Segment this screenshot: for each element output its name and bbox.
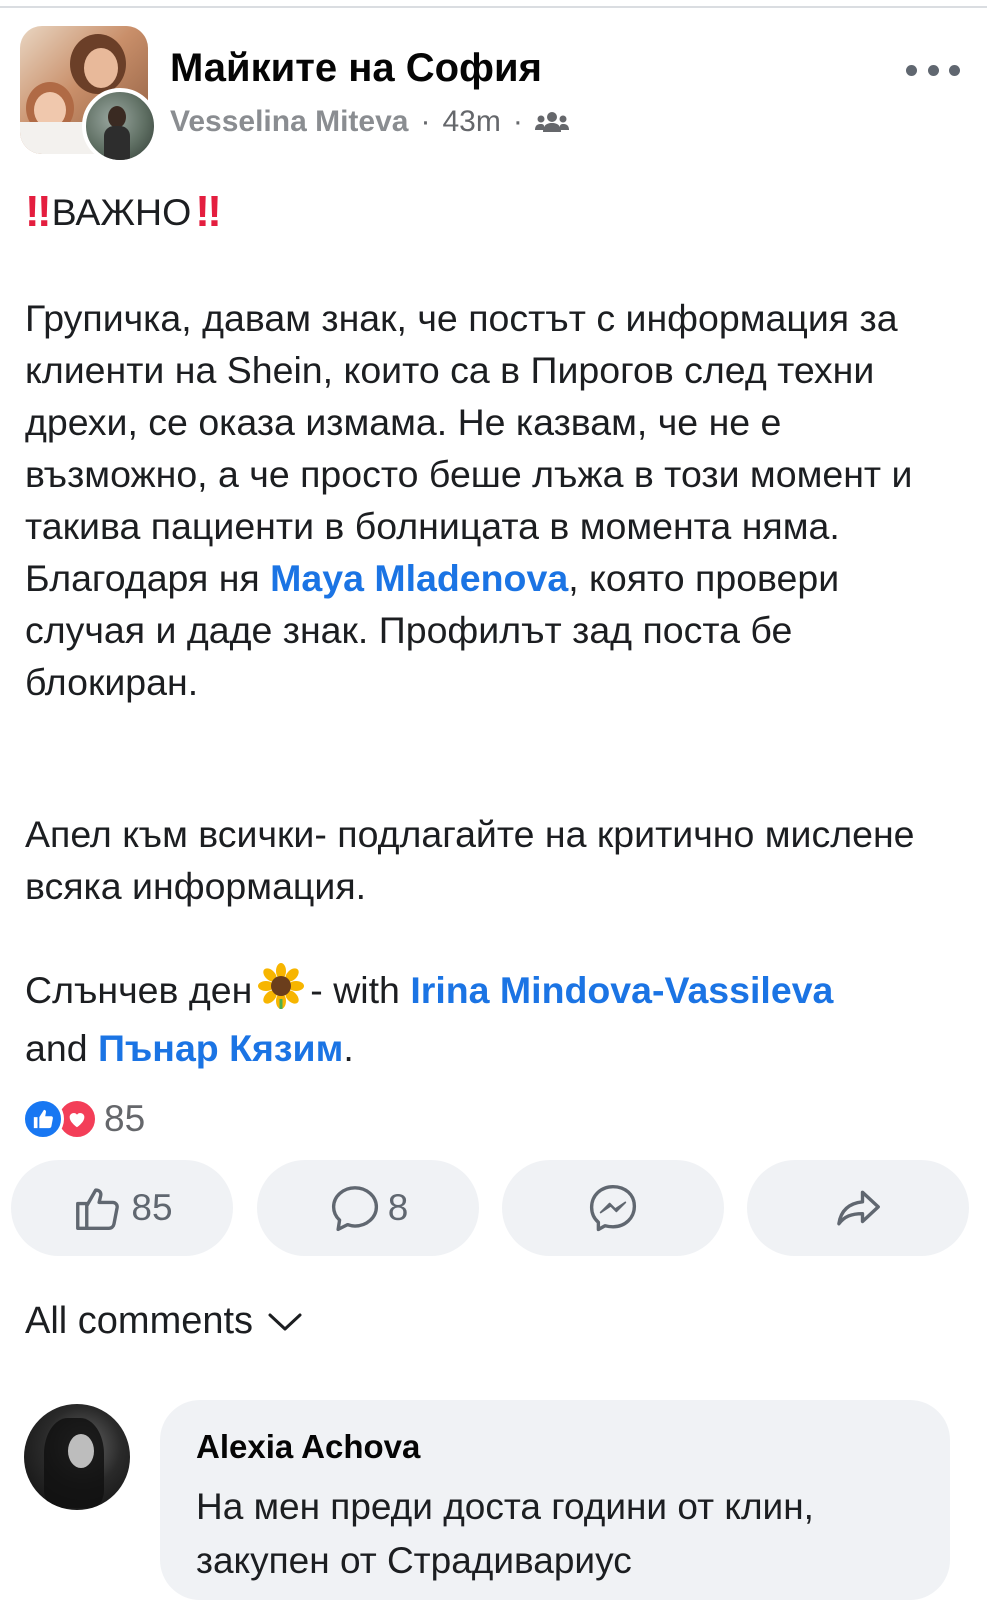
group-name[interactable]: Майките на София bbox=[170, 46, 542, 91]
meta-separator: · bbox=[420, 105, 431, 138]
comment-author[interactable]: Alexia Achova bbox=[196, 1428, 420, 1466]
important-label: ВАЖНО bbox=[51, 191, 192, 233]
and-text: and bbox=[25, 1027, 88, 1069]
with-text: - with bbox=[310, 969, 400, 1011]
chevron-down-icon bbox=[268, 1313, 302, 1330]
mention-link[interactable]: Пънар Кязим bbox=[98, 1027, 343, 1069]
comment-text: На мен преди доста години от клин, закуп… bbox=[196, 1486, 814, 1581]
members-icon bbox=[534, 110, 569, 134]
post-paragraph-1: Групичка, давам знак, че постът с информ… bbox=[25, 292, 965, 708]
top-divider bbox=[0, 6, 987, 8]
like-button[interactable]: 85 bbox=[11, 1160, 233, 1256]
comment-icon bbox=[331, 1186, 378, 1232]
share-button[interactable] bbox=[747, 1160, 969, 1256]
post-paragraph-2: Апел към всички- подлагайте на критично … bbox=[25, 813, 915, 907]
more-options-button[interactable] bbox=[906, 60, 960, 80]
comments-filter-dropdown[interactable]: All comments bbox=[25, 1300, 303, 1343]
more-icon bbox=[906, 64, 917, 76]
closing-text: Слънчев ден bbox=[25, 969, 253, 1011]
comments-filter-label: All comments bbox=[25, 1300, 254, 1342]
comment-count: 8 bbox=[387, 1187, 409, 1228]
reactions-count: 85 bbox=[104, 1098, 146, 1139]
mention-link[interactable]: Maya Mladenova bbox=[270, 557, 568, 599]
like-reaction-icon bbox=[22, 1098, 64, 1140]
important-line: ‼ ВАЖНО ‼ bbox=[25, 186, 965, 238]
thumbs-up-icon bbox=[76, 1188, 120, 1230]
commenter-avatar[interactable] bbox=[24, 1404, 130, 1510]
author-avatar[interactable] bbox=[82, 88, 158, 164]
sunflower-icon bbox=[258, 963, 305, 1022]
mention-link[interactable]: Irina Mindova-Vassileva bbox=[410, 969, 833, 1011]
paragraph-text: Групичка, давам знак, че постът с информ… bbox=[25, 297, 913, 599]
share-icon bbox=[837, 1190, 880, 1226]
messenger-icon bbox=[589, 1184, 637, 1232]
comment-button[interactable]: 8 bbox=[257, 1160, 479, 1256]
post-time[interactable]: 43m bbox=[442, 105, 500, 139]
like-count: 85 bbox=[131, 1187, 173, 1228]
author-name[interactable]: Vesselina Miteva bbox=[170, 105, 408, 139]
closing-period: . bbox=[343, 1027, 354, 1069]
double-exclamation-icon: ‼ bbox=[25, 187, 51, 236]
post-closing: Слънчев ден - with Irina Mindova-Vassile… bbox=[25, 963, 965, 1074]
post-meta: Vesselina Miteva · 43m · bbox=[170, 104, 569, 140]
reactions-summary[interactable]: 85 bbox=[22, 1096, 145, 1142]
send-messenger-button[interactable] bbox=[502, 1160, 724, 1256]
meta-separator: · bbox=[512, 105, 523, 138]
double-exclamation-icon: ‼ bbox=[195, 187, 221, 236]
